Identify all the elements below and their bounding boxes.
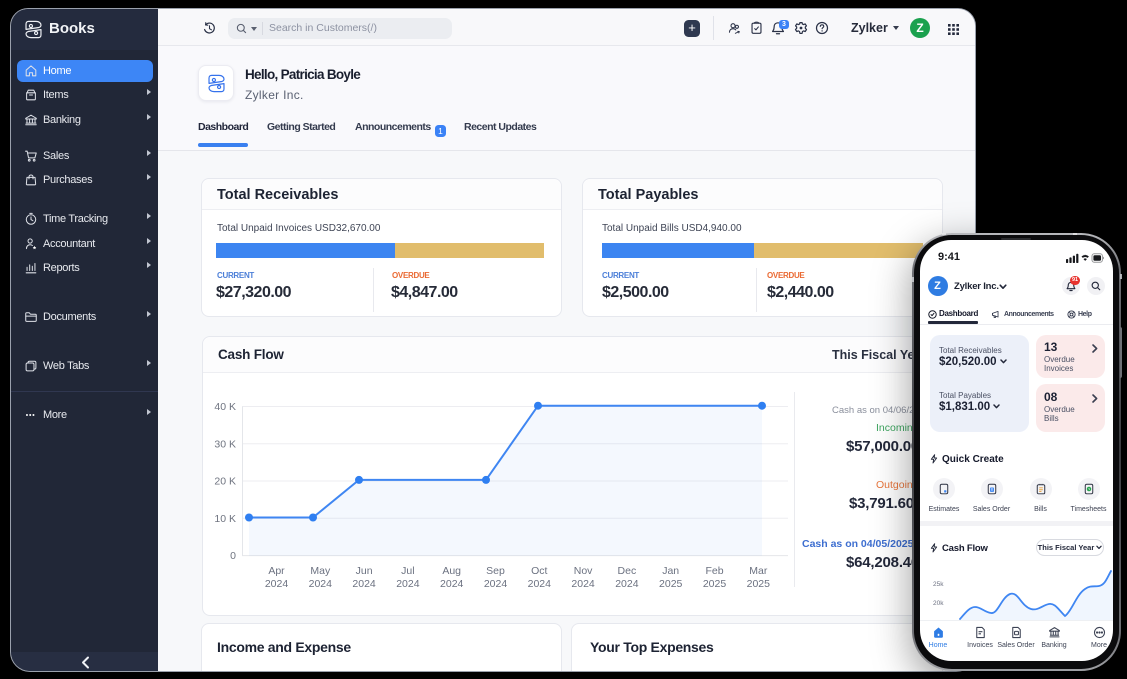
svg-text:2024: 2024 [309,578,333,590]
svg-text:20 K: 20 K [214,476,236,488]
svg-text:0: 0 [230,550,236,562]
svg-text:Oct: Oct [531,565,547,577]
svg-text:Jul: Jul [401,565,414,577]
svg-text:May: May [310,565,331,577]
svg-text:2024: 2024 [352,578,376,590]
svg-text:2025: 2025 [703,578,727,590]
svg-text:Mar: Mar [749,565,768,577]
svg-text:2024: 2024 [396,578,420,590]
svg-text:40 K: 40 K [214,401,236,413]
svg-text:2025: 2025 [747,578,771,590]
svg-text:2024: 2024 [615,578,639,590]
svg-text:Jan: Jan [662,565,679,577]
svg-text:2025: 2025 [659,578,683,590]
svg-text:10 K: 10 K [214,513,236,525]
svg-text:2024: 2024 [571,578,595,590]
svg-text:2024: 2024 [265,578,289,590]
svg-text:2024: 2024 [440,578,464,590]
svg-text:Apr: Apr [268,565,285,577]
svg-text:2024: 2024 [484,578,508,590]
svg-text:Sep: Sep [486,565,505,577]
svg-text:Aug: Aug [442,565,461,577]
svg-text:Feb: Feb [705,565,723,577]
svg-text:Nov: Nov [574,565,593,577]
svg-text:Jun: Jun [356,565,373,577]
svg-text:Dec: Dec [618,565,637,577]
svg-text:30 K: 30 K [214,438,236,450]
svg-text:2024: 2024 [528,578,552,590]
